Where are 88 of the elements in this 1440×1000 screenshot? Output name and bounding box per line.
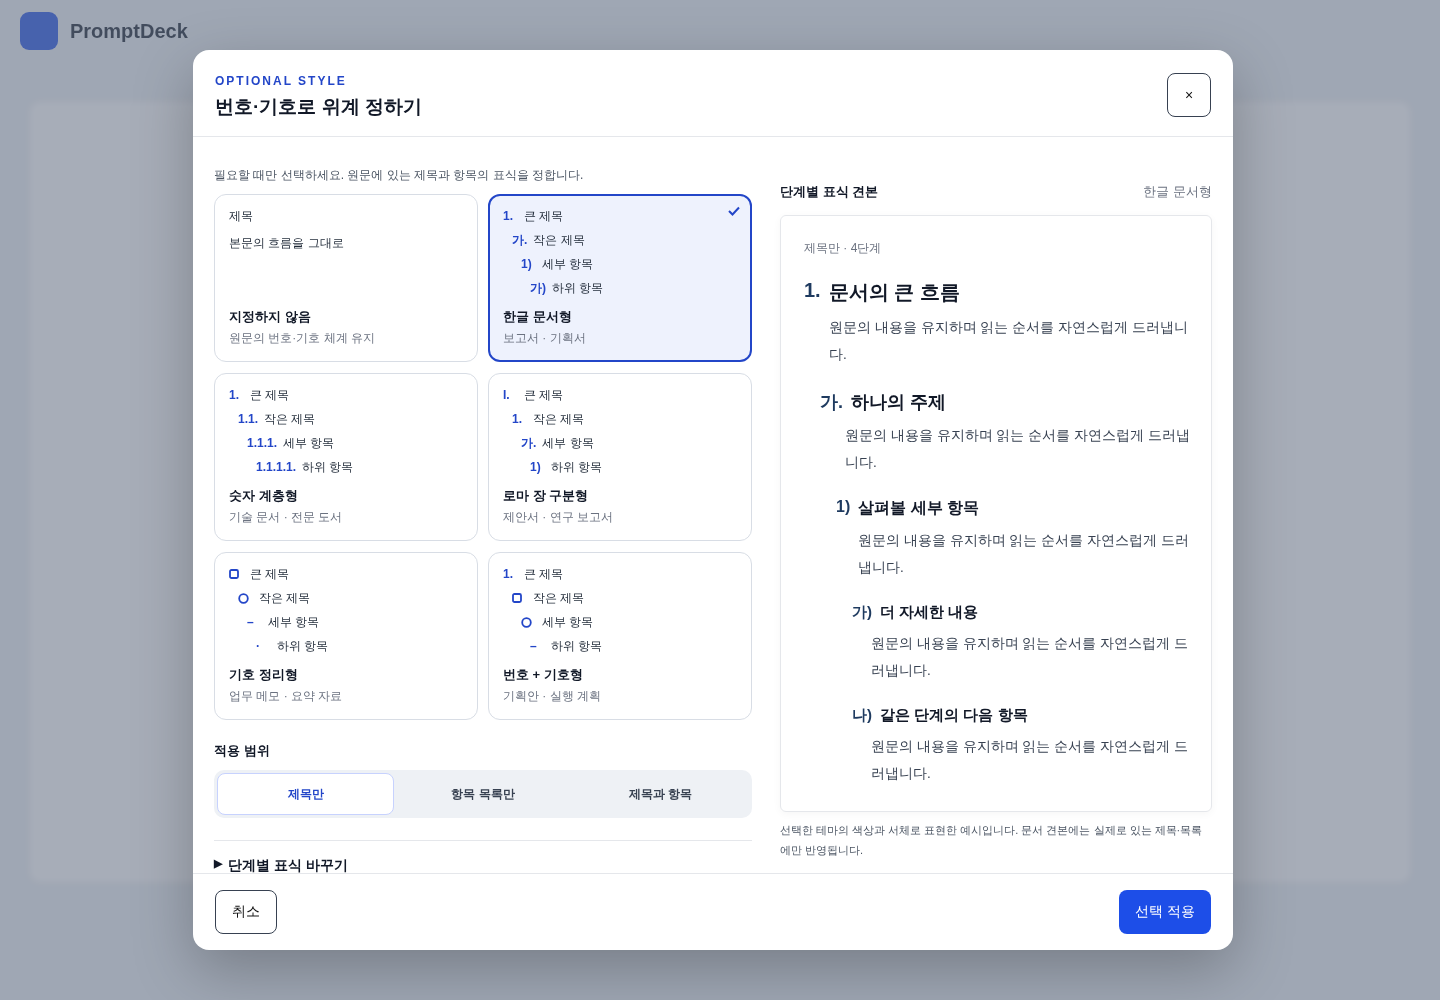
- level-label: 하위 항목: [551, 637, 603, 655]
- level-label: 세부 항목: [542, 255, 594, 273]
- option-name: 번호 + 기호형: [503, 666, 584, 684]
- level-marker: 1): [530, 460, 542, 474]
- level-marker: 1.: [229, 388, 240, 402]
- level-label: 큰 제목: [524, 386, 564, 404]
- cancel-button[interactable]: 취소: [215, 890, 277, 934]
- level-label: 세부 항목: [542, 434, 594, 452]
- level-marker: 가.: [512, 231, 528, 249]
- level-label: 하위 항목: [552, 279, 604, 297]
- preview-body: 원문의 내용을 유지하며 읽는 순서를 자연스럽게 드러냅니다.: [871, 738, 1189, 783]
- level-marker: 1.: [512, 412, 523, 426]
- preview-heading: 가. 하나의 주제: [820, 391, 948, 414]
- level-label: 하위 항목: [302, 458, 354, 476]
- option-use: 제안서 · 연구 보고서: [503, 509, 614, 526]
- level-label: 하위 항목: [551, 458, 603, 476]
- level-label: 작은 제목: [533, 589, 585, 607]
- option-use: 보고서 · 기획서: [503, 330, 587, 347]
- sample-line: 본문의 흐름을 그대로: [229, 235, 345, 252]
- level-label: 작은 제목: [264, 410, 316, 428]
- preview-body: 원문의 내용을 유지하며 읽는 순서를 자연스럽게 드러냅니다.: [871, 635, 1189, 680]
- scope-label: 적용 범위: [214, 742, 271, 760]
- style-option-card[interactable]: I. 큰 제목 1. 작은 제목 가. 세부 항목 1) 하위 항목 로마 장 구분형 제안서 · 연구 보고서: [488, 373, 752, 541]
- level-label: 세부 항목: [268, 613, 320, 631]
- preview-style: 한글 문서형: [1143, 183, 1212, 201]
- level-marker: I.: [503, 388, 511, 402]
- option-use: 원문의 번호·기호 체계 유지: [229, 330, 376, 347]
- disclosure-toggle[interactable]: ▶ 단계별 표식 바꾸기: [214, 857, 348, 873]
- square-marker-icon: [229, 569, 239, 579]
- level-marker: 가.: [521, 434, 537, 452]
- level-marker: ·: [256, 639, 261, 653]
- app-logo-icon: [20, 12, 58, 50]
- level-marker: 1.1.: [238, 412, 258, 426]
- level-label: 작은 제목: [259, 589, 311, 607]
- option-use: 기획안 · 실행 계획: [503, 688, 602, 705]
- level-marker: –: [530, 639, 538, 653]
- option-use: 기술 문서 · 전문 도서: [229, 509, 344, 526]
- style-option-card[interactable]: 제목 본문의 흐름을 그대로 지정하지 않음 원문의 번호·기호 체계 유지: [214, 194, 478, 362]
- level-label: 작은 제목: [533, 231, 585, 249]
- level-label: 세부 항목: [542, 613, 594, 631]
- preview-heading: 나) 같은 단계의 다음 항목: [852, 706, 1029, 725]
- option-name: 숫자 계층형: [229, 487, 299, 505]
- level-label: 큰 제목: [524, 207, 564, 225]
- dialog-title: 번호·기호로 위계 정하기: [215, 95, 422, 119]
- preview-heading: 1) 살펴볼 세부 항목: [836, 498, 981, 518]
- level-label: 작은 제목: [533, 410, 585, 428]
- level-label: 큰 제목: [250, 565, 290, 583]
- preview-heading: 1. 문서의 큰 흐름: [804, 279, 961, 305]
- style-option-card[interactable]: 1. 큰 제목 가. 작은 제목 1) 세부 항목 가) 하위 항목 한글 문서형 보고서 · 기획서: [488, 194, 752, 362]
- circle-marker-icon: [521, 616, 532, 628]
- intro-text: 필요할 때만 선택하세요. 원문에 있는 제목과 항목의 표식을 정합니다.: [214, 167, 585, 184]
- square-marker-icon: [512, 593, 522, 603]
- style-option-card[interactable]: 1. 큰 제목 작은 제목 세부 항목 – 하위 항목 번호 + 기호형 기획안 · 실행 계획: [488, 552, 752, 720]
- apply-button[interactable]: 선택 적용: [1119, 890, 1211, 934]
- option-use: 업무 메모 · 요약 자료: [229, 688, 344, 705]
- close-button[interactable]: ×: [1167, 73, 1211, 117]
- level-marker: 1.: [503, 567, 514, 581]
- preview-body: 원문의 내용을 유지하며 읽는 순서를 자연스럽게 드러냅니다.: [845, 427, 1191, 472]
- circle-marker-icon: [238, 592, 249, 604]
- level-label: 큰 제목: [524, 565, 564, 583]
- scope-tab[interactable]: 제목과 항목: [571, 773, 749, 815]
- level-label: 큰 제목: [250, 386, 290, 404]
- scope-tab[interactable]: 항목 목록만: [394, 773, 572, 815]
- preview-heading: 가) 더 자세한 내용: [852, 603, 980, 622]
- level-marker: 1): [521, 257, 533, 271]
- preview-body: 원문의 내용을 유지하며 읽는 순서를 자연스럽게 드러냅니다.: [858, 532, 1190, 577]
- preview-meta: 제목만 · 4단계: [804, 240, 883, 257]
- preview-body: 원문의 내용을 유지하며 읽는 순서를 자연스럽게 드러냅니다.: [829, 319, 1189, 364]
- option-name: 한글 문서형: [503, 308, 573, 326]
- dialog-eyebrow: OPTIONAL STYLE: [215, 74, 348, 88]
- option-name: 지정하지 않음: [229, 308, 312, 326]
- level-marker: 1.: [503, 209, 514, 223]
- level-label: 하위 항목: [277, 637, 329, 655]
- level-marker: 가): [530, 279, 546, 297]
- level-marker: 1.1.1.1.: [256, 460, 297, 474]
- option-name: 로마 장 구분형: [503, 487, 590, 505]
- level-marker: 1.1.1.: [247, 436, 278, 450]
- level-label: 세부 항목: [283, 434, 335, 452]
- preview-note: 선택한 테마의 색상과 서체로 표현한 예시입니다. 문서 견본에는 실제로 있는 제목·목록에만 반영됩니다.: [780, 823, 1204, 858]
- level-marker: –: [247, 615, 255, 629]
- preview-title: 단계별 표식 견본: [780, 183, 879, 201]
- option-name: 기호 정리형: [229, 666, 299, 684]
- app-title: PromptDeck: [70, 19, 188, 43]
- scope-tab[interactable]: 제목만: [217, 773, 395, 815]
- sample-line: 제목: [229, 208, 254, 225]
- check-icon: [728, 206, 740, 216]
- style-option-card[interactable]: 큰 제목 작은 제목 – 세부 항목 · 하위 항목 기호 정리형 업무 메모 · 요약 자료: [214, 552, 478, 720]
- style-option-card[interactable]: 1. 큰 제목 1.1. 작은 제목 1.1.1. 세부 항목 1.1.1.1. 하위 항목 숫자 계층형 기술 문서 · 전문 도서: [214, 373, 478, 541]
